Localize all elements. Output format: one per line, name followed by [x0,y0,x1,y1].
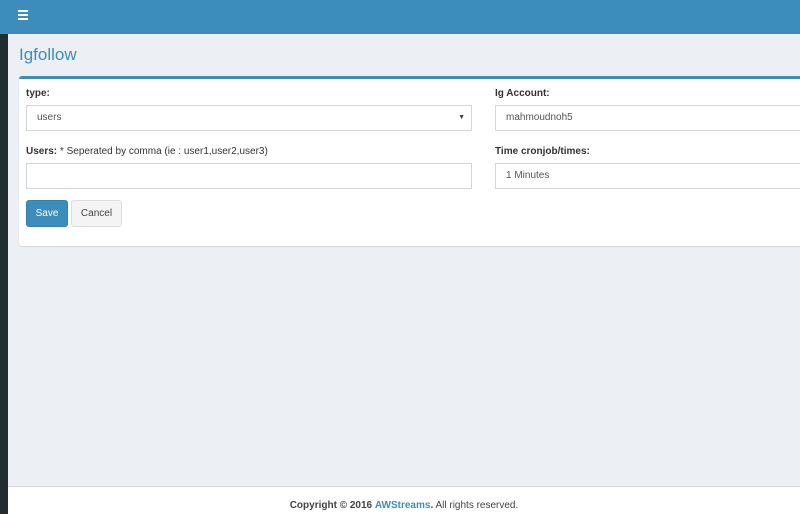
users-label: Users: * Seperated by comma (ie : user1,… [26,146,268,157]
footer: Copyright © 2016 AWStreams. All rights r… [8,486,800,514]
type-label: type: [26,88,50,99]
page-title: Igfollow [19,45,77,64]
copyright-text: Copyright © 2016 [289,500,373,511]
sidebar-strip [0,0,8,514]
type-select-value: users [37,112,62,123]
save-button[interactable]: Save [26,200,68,227]
footer-dot: . [430,500,434,511]
hamburger-menu-icon[interactable] [18,10,28,20]
cronjob-select[interactable]: 1 Minutes [495,163,800,189]
rights-text: All rights reserved. [435,500,519,511]
users-input[interactable] [26,163,472,189]
ig-account-label: Ig Account: [495,88,550,99]
cancel-button[interactable]: Cancel [71,200,122,227]
users-hint: * Seperated by comma (ie : user1,user2,u… [59,146,268,157]
top-navbar [0,0,800,34]
chevron-down-icon: ▼ [458,114,465,121]
content-area: Igfollow type: users ▼ Users: * Seperate… [8,34,800,486]
type-select[interactable]: users ▼ [26,105,472,131]
form-box: type: users ▼ Users: * Seperated by comm… [19,76,800,246]
cronjob-label: Time cronjob/times: [495,146,590,157]
brand-link[interactable]: AWStreams [375,500,431,511]
users-label-text: Users: [26,146,58,157]
ig-account-select[interactable]: mahmoudnoh5 [495,105,800,131]
